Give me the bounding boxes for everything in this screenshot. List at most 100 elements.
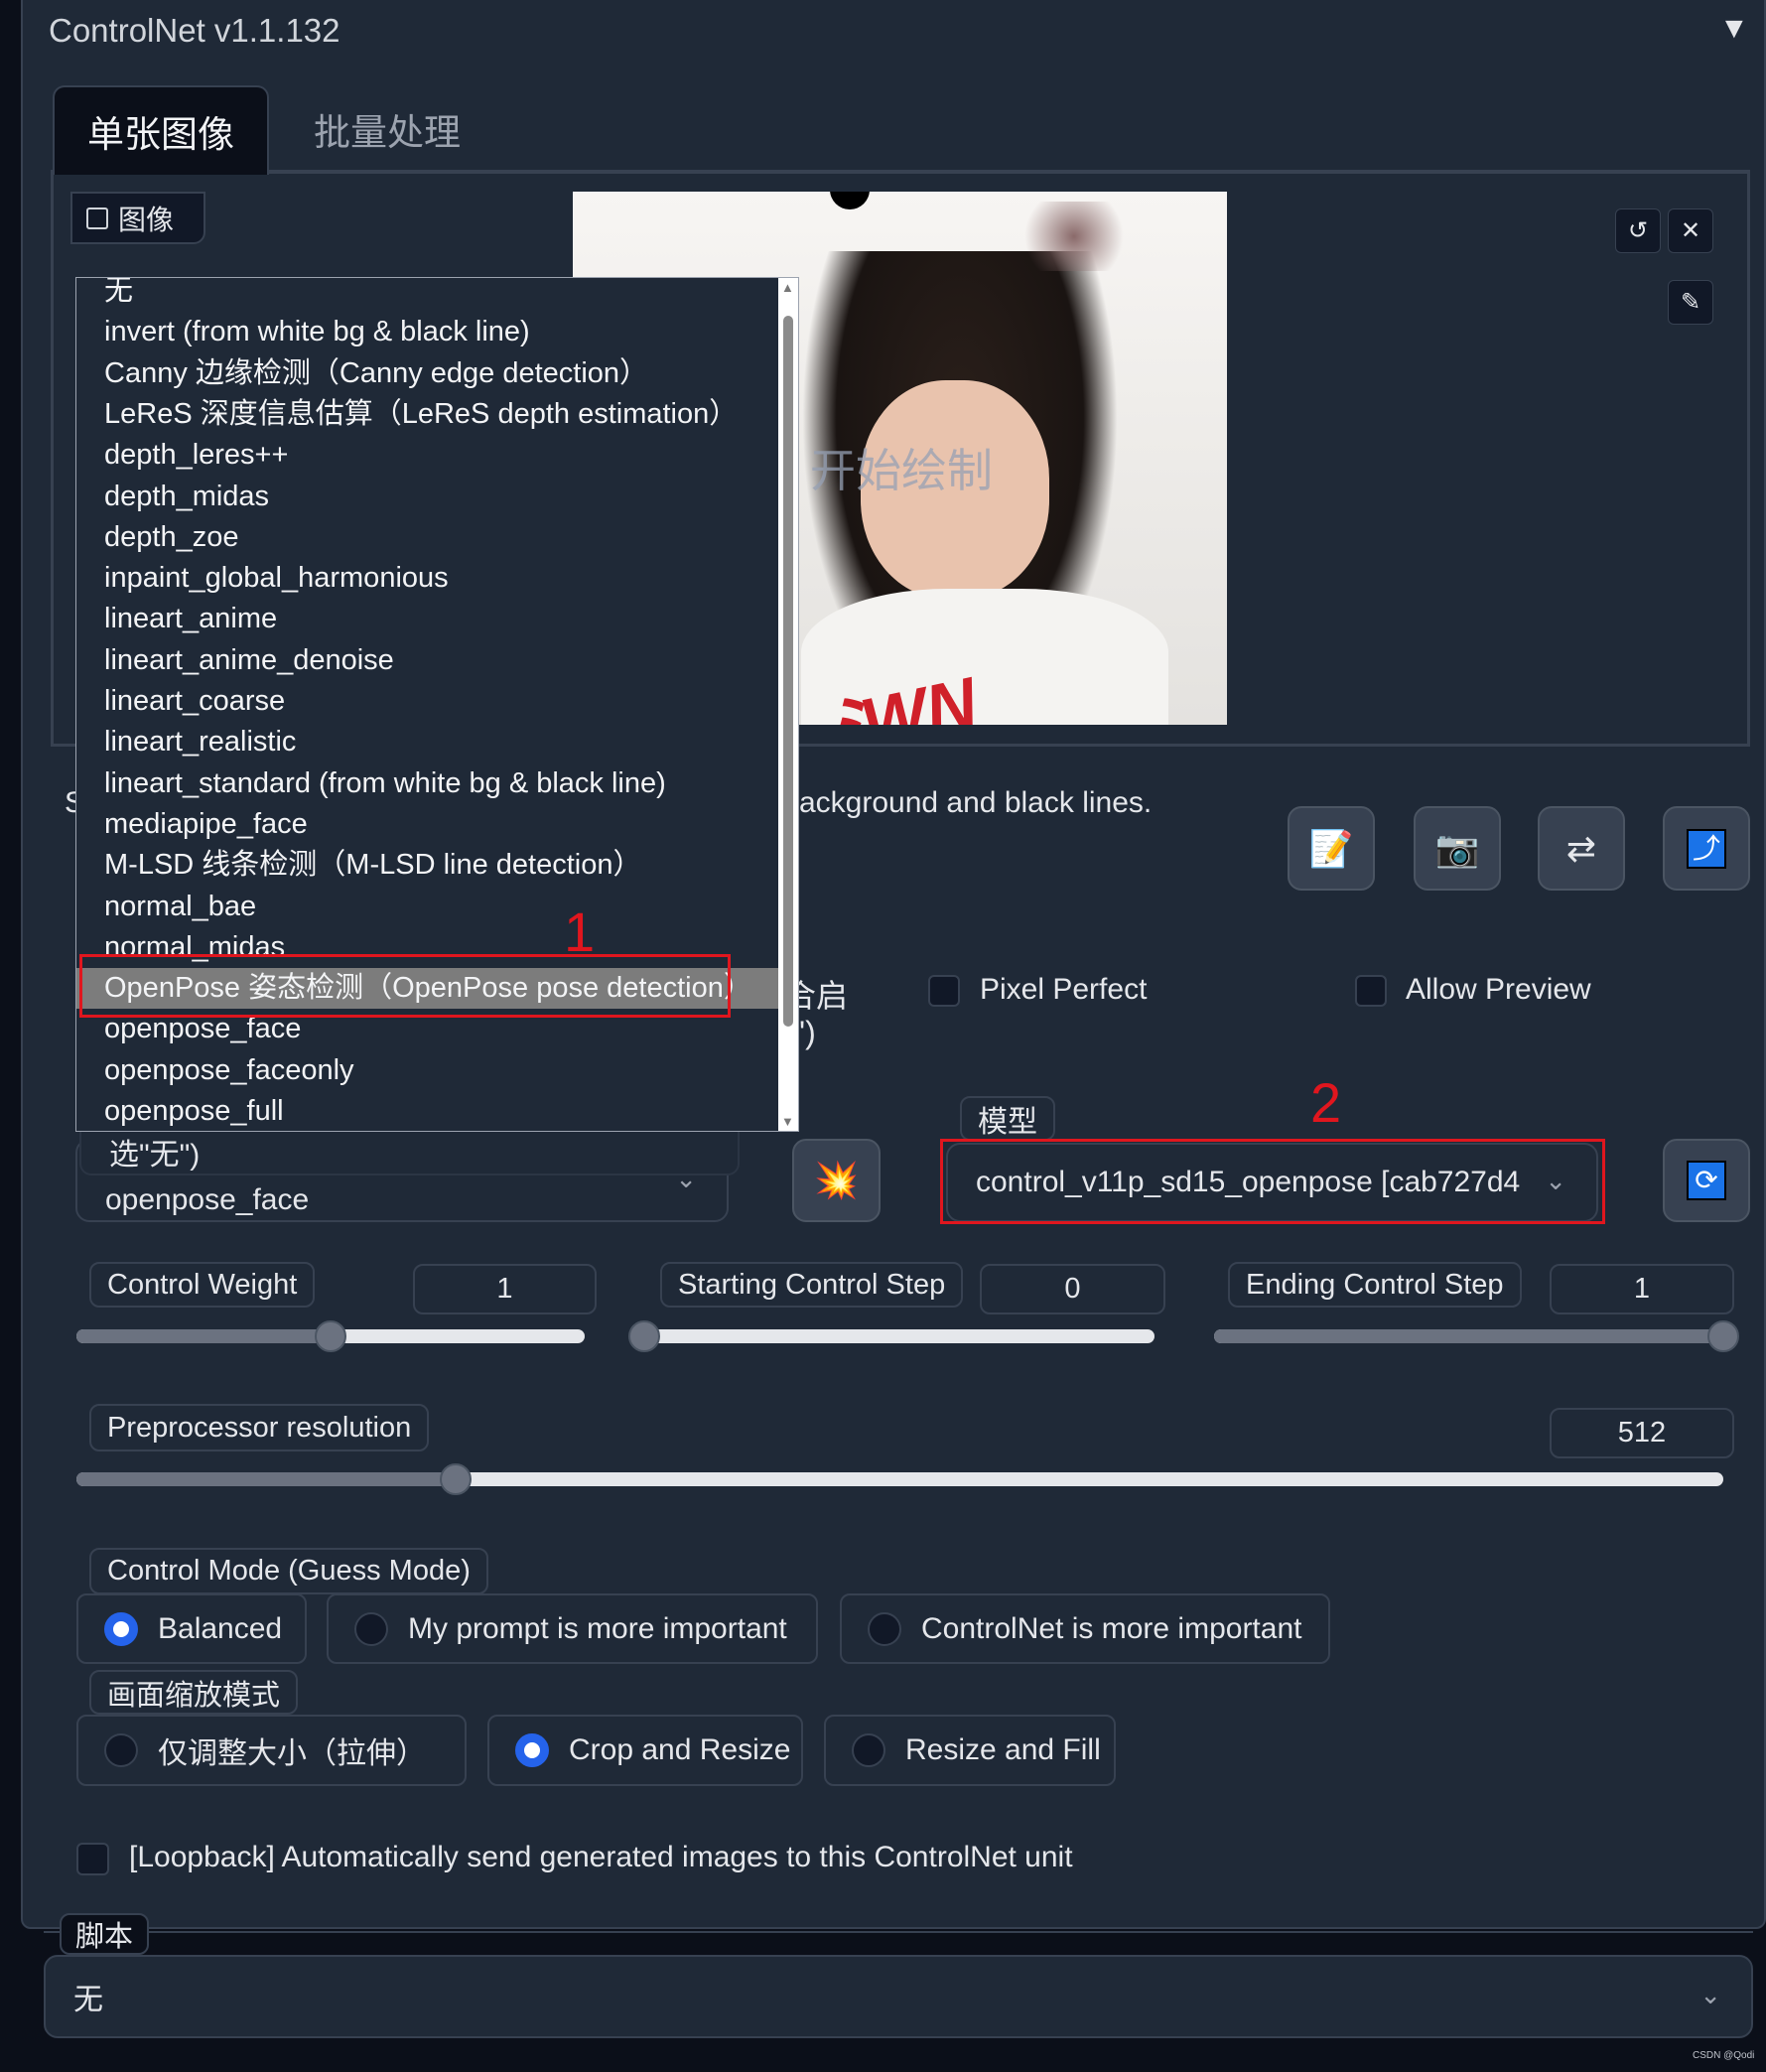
dropdown-option[interactable]: openpose_faceonly bbox=[76, 1050, 780, 1091]
image-label: 图像 bbox=[70, 192, 205, 244]
annotation-box-1 bbox=[79, 954, 731, 1018]
slider-thumb[interactable] bbox=[628, 1320, 660, 1352]
slider-thumb[interactable] bbox=[439, 1463, 472, 1495]
control-weight-slider[interactable] bbox=[76, 1320, 585, 1352]
radio-label: ControlNet is more important bbox=[921, 1611, 1302, 1645]
chevron-down-icon: ⌄ bbox=[1699, 1979, 1721, 2009]
close-icon[interactable]: ✕ bbox=[1668, 208, 1713, 253]
annotation-number-2: 2 bbox=[1310, 1071, 1342, 1134]
dropdown-option[interactable]: depth_midas bbox=[76, 477, 780, 517]
slider-thumb[interactable] bbox=[1707, 1320, 1739, 1352]
dropdown-option[interactable]: depth_zoe bbox=[76, 517, 780, 558]
radio-label: My prompt is more important bbox=[408, 1611, 787, 1645]
dropdown-option[interactable]: normal_bae bbox=[76, 887, 780, 927]
notepad-icon[interactable]: 📝 bbox=[1288, 806, 1375, 891]
label-fragment: ') bbox=[799, 1015, 816, 1050]
scroll-down-icon[interactable]: ▼ bbox=[781, 1114, 794, 1129]
undo-icon[interactable]: ↺ bbox=[1615, 208, 1661, 253]
dropdown-option[interactable]: lineart_anime_denoise bbox=[76, 640, 780, 681]
dropdown-option[interactable]: lineart_coarse bbox=[76, 681, 780, 722]
radio-crop-and-resize[interactable]: Crop and Resize bbox=[487, 1715, 803, 1786]
dropdown-option[interactable]: invert (from white bg & black line) bbox=[76, 312, 780, 352]
annotation-number-1: 1 bbox=[564, 900, 596, 963]
image-label-text: 图像 bbox=[118, 204, 175, 235]
slider-thumb[interactable] bbox=[315, 1320, 346, 1352]
pixel-perfect-checkbox[interactable] bbox=[928, 975, 960, 1007]
scroll-up-icon[interactable]: ▲ bbox=[781, 280, 794, 295]
tab-single-image[interactable]: 单张图像 bbox=[53, 85, 269, 175]
radio-dot[interactable] bbox=[104, 1733, 138, 1767]
refresh-models-icon[interactable]: ⟳ bbox=[1663, 1139, 1750, 1222]
radio-controlnet-important[interactable]: ControlNet is more important bbox=[840, 1593, 1330, 1664]
scrollbar-thumb[interactable] bbox=[783, 316, 793, 1027]
radio-resize-and-fill[interactable]: Resize and Fill bbox=[824, 1715, 1116, 1786]
script-value: 无 bbox=[73, 1984, 103, 2016]
ending-step-input[interactable]: 1 bbox=[1550, 1264, 1734, 1314]
script-select[interactable]: 无 ⌄ bbox=[44, 1955, 1753, 2038]
collapse-triangle-icon[interactable]: ▼ bbox=[1719, 12, 1749, 46]
panel-title[interactable]: ControlNet v1.1.132 bbox=[49, 12, 340, 50]
image-icon bbox=[86, 207, 108, 229]
radio-label: Balanced bbox=[158, 1611, 283, 1645]
dropdown-option[interactable]: lineart_realistic bbox=[76, 722, 780, 762]
radio-just-resize[interactable]: 仅调整大小（拉伸） bbox=[76, 1715, 467, 1786]
radio-dot[interactable] bbox=[104, 1611, 138, 1646]
loopback-label: [Loopback] Automatically send generated … bbox=[129, 1841, 1073, 1873]
radio-label: Crop and Resize bbox=[569, 1733, 791, 1766]
radio-dot[interactable] bbox=[354, 1611, 388, 1646]
control-mode-label: Control Mode (Guess Mode) bbox=[89, 1548, 488, 1594]
brush-icon[interactable]: ✎ bbox=[1668, 280, 1713, 325]
control-weight-label: Control Weight bbox=[89, 1262, 316, 1308]
divider bbox=[44, 1931, 1753, 1933]
radio-dot[interactable] bbox=[852, 1733, 885, 1767]
radio-dot[interactable] bbox=[868, 1611, 901, 1646]
dropdown-option[interactable]: 无 bbox=[76, 278, 780, 312]
annotation-box-2 bbox=[940, 1139, 1605, 1224]
allow-preview-checkbox[interactable] bbox=[1355, 975, 1387, 1007]
radio-my-prompt[interactable]: My prompt is more important bbox=[327, 1593, 818, 1664]
dropdown-option[interactable]: openpose_full bbox=[76, 1091, 780, 1131]
preprocessor-resolution-input[interactable]: 512 bbox=[1550, 1408, 1734, 1458]
resize-mode-label: 画面缩放模式 bbox=[89, 1670, 299, 1715]
dropdown-scrollbar[interactable]: ▲ ▼ bbox=[778, 278, 798, 1131]
watermark: CSDN @Qodi bbox=[1693, 2050, 1755, 2061]
ending-step-label: Ending Control Step bbox=[1228, 1262, 1522, 1308]
dropdown-option[interactable]: lineart_anime bbox=[76, 599, 780, 639]
script-label: 脚本 bbox=[60, 1913, 150, 1955]
preprocessor-resolution-slider[interactable] bbox=[76, 1463, 1723, 1495]
slider-fill bbox=[76, 1472, 456, 1486]
dropdown-option[interactable]: depth_leres++ bbox=[76, 435, 780, 476]
loopback-checkbox[interactable] bbox=[76, 1843, 109, 1875]
dropdown-option[interactable]: M-LSD 线条检测（M-LSD line detection） bbox=[76, 845, 780, 886]
camera-icon[interactable]: 📷 bbox=[1414, 806, 1501, 891]
ending-step-slider[interactable] bbox=[1214, 1320, 1739, 1352]
run-preprocessor-explosion-icon[interactable]: 💥 bbox=[792, 1139, 881, 1222]
swap-icon[interactable]: ⇄ bbox=[1538, 806, 1625, 891]
slider-fill bbox=[1214, 1329, 1723, 1343]
starting-step-input[interactable]: 0 bbox=[980, 1264, 1165, 1314]
dropdown-option[interactable]: mediapipe_face bbox=[76, 804, 780, 845]
radio-balanced[interactable]: Balanced bbox=[76, 1593, 307, 1664]
preprocessor-resolution-label: Preprocessor resolution bbox=[89, 1404, 430, 1451]
tooltip-text: 选"无") bbox=[109, 1139, 201, 1172]
radio-label: Resize and Fill bbox=[905, 1733, 1101, 1766]
start-drawing-overlay: 开始绘制 bbox=[810, 445, 993, 496]
dropdown-option[interactable]: Canny 边缘检测（Canny edge detection） bbox=[76, 353, 780, 394]
tab-batch[interactable]: 批量处理 bbox=[298, 85, 476, 172]
pixel-perfect-label: Pixel Perfect bbox=[980, 973, 1148, 1006]
dropdown-option[interactable]: LeReS 深度信息估算（LeReS depth estimation） bbox=[76, 394, 780, 435]
control-weight-input[interactable]: 1 bbox=[413, 1264, 597, 1314]
slider-fill bbox=[76, 1329, 331, 1343]
radio-label: 仅调整大小（拉伸） bbox=[158, 1737, 426, 1770]
dropdown-option[interactable]: lineart_standard (from white bg & black … bbox=[76, 763, 780, 804]
preprocessor-tooltip: 选"无") bbox=[79, 1130, 740, 1175]
preprocessor-value: openpose_face bbox=[105, 1183, 310, 1216]
allow-preview-label: Allow Preview bbox=[1406, 973, 1591, 1006]
description-text: ackground and black lines. bbox=[799, 786, 1153, 819]
dropdown-option[interactable]: inpaint_global_harmonious bbox=[76, 558, 780, 599]
send-dimensions-icon[interactable]: ⤴ bbox=[1663, 806, 1750, 891]
model-label: 模型 bbox=[960, 1096, 1055, 1141]
radio-dot[interactable] bbox=[515, 1733, 549, 1767]
starting-step-slider[interactable] bbox=[628, 1320, 1155, 1352]
starting-step-label: Starting Control Step bbox=[660, 1262, 964, 1308]
